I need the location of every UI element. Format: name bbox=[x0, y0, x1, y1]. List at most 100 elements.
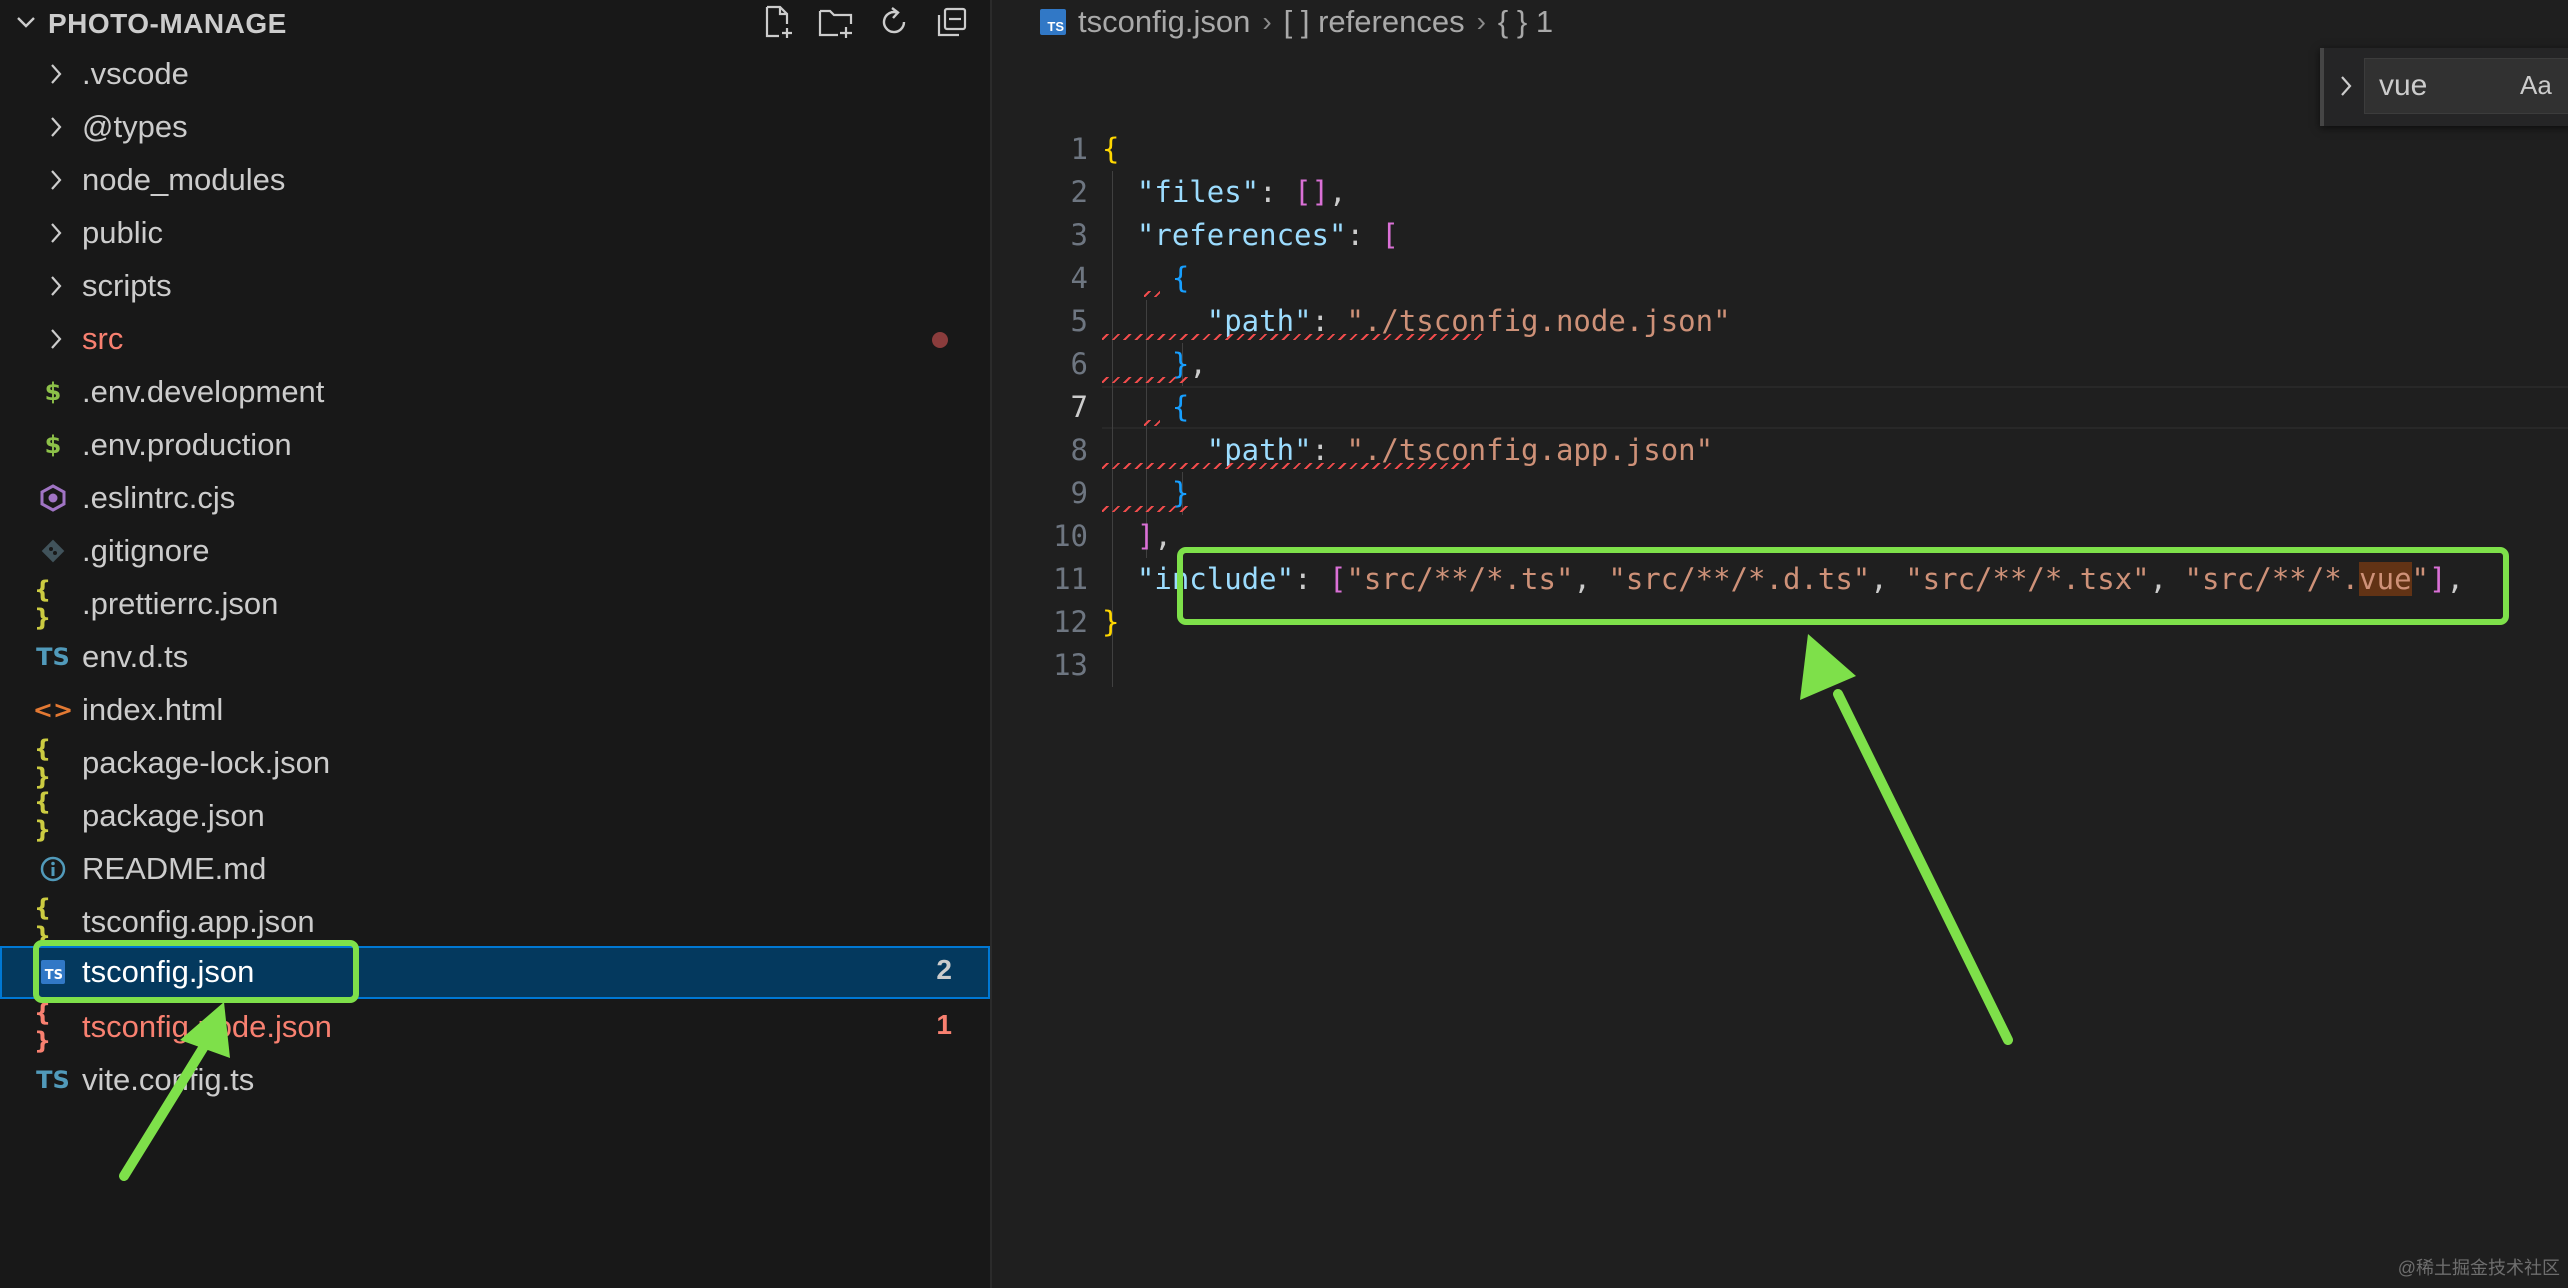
breadcrumb-file[interactable]: tsconfig.json bbox=[1078, 4, 1250, 40]
chevron-right-icon bbox=[42, 219, 70, 247]
tree-file-vite-config[interactable]: TS vite.config.ts bbox=[0, 1054, 990, 1107]
error-squiggle bbox=[1102, 377, 1188, 383]
breadcrumb-object[interactable]: { } 1 bbox=[1498, 4, 1553, 40]
tree-file-package-json[interactable]: { } package.json bbox=[0, 788, 990, 844]
line-number: 13 bbox=[1053, 648, 1088, 682]
eslint-icon bbox=[34, 482, 72, 514]
error-squiggle bbox=[1144, 420, 1160, 426]
tree-folder-vscode[interactable]: .vscode bbox=[0, 48, 990, 101]
tree-folder-src[interactable]: src bbox=[0, 313, 990, 366]
breadcrumb: TS tsconfig.json › [ ] references › { } … bbox=[1040, 0, 1553, 44]
line-number: 10 bbox=[1053, 519, 1088, 553]
chevron-right-icon bbox=[42, 166, 70, 194]
dollar-icon: $ bbox=[44, 378, 62, 406]
explorer-title: PHOTO-MANAGE bbox=[48, 8, 287, 39]
chevron-right-icon: › bbox=[1476, 6, 1486, 37]
tree-file-gitignore[interactable]: .gitignore bbox=[0, 525, 990, 578]
tree-item-label: .env.production bbox=[82, 427, 292, 462]
tree-item-label: .eslintrc.cjs bbox=[82, 480, 236, 515]
tree-file-env-development[interactable]: $ .env.development bbox=[0, 366, 990, 419]
code-text: ], bbox=[1136, 519, 1172, 553]
tree-folder-types[interactable]: @types bbox=[0, 101, 990, 154]
line-number: 6 bbox=[1070, 347, 1088, 381]
modified-dot-icon bbox=[932, 332, 948, 348]
tree-item-label: src bbox=[82, 321, 124, 356]
tree-file-tsconfig-json[interactable]: TS tsconfig.json 2 bbox=[0, 946, 990, 999]
code-editor[interactable]: 1 { 2 "files": [], 3 "references": [ 4 {… bbox=[992, 128, 2568, 688]
problem-count-badge: 2 bbox=[936, 954, 952, 985]
new-folder-icon[interactable] bbox=[814, 2, 858, 42]
code-line: 11 "include": ["src/**/*.ts", "src/**/*.… bbox=[992, 558, 2568, 601]
tree-folder-node-modules[interactable]: node_modules bbox=[0, 154, 990, 207]
tree-item-label: .prettierrc.json bbox=[82, 586, 279, 621]
match-case-toggle[interactable]: Aa bbox=[2520, 70, 2552, 101]
code-text: { bbox=[1171, 261, 1190, 295]
line-number: 2 bbox=[1070, 175, 1088, 209]
tree-file-env-production[interactable]: $ .env.production bbox=[0, 419, 990, 472]
code-text: "path": "./tsconfig.node.json" bbox=[1206, 304, 1731, 338]
ts-icon: TS bbox=[36, 1066, 70, 1094]
tree-file-index-html[interactable]: <> index.html bbox=[0, 684, 990, 737]
tree-item-label: index.html bbox=[82, 692, 224, 727]
tree-file-package-lock[interactable]: { } package-lock.json bbox=[0, 735, 990, 791]
code-text: { bbox=[1171, 390, 1190, 424]
tree-folder-public[interactable]: public bbox=[0, 207, 990, 260]
code-text: "path": "./tsconfig.app.json" bbox=[1206, 433, 1714, 467]
tree-item-label: tsconfig.json bbox=[82, 954, 255, 989]
code-text: } bbox=[1102, 605, 1120, 639]
tree-item-label: public bbox=[82, 215, 163, 250]
tree-file-tsconfig-node[interactable]: { } tsconfig.node.json 1 bbox=[0, 999, 990, 1055]
tree-item-label: scripts bbox=[82, 268, 172, 303]
find-input-value: vue bbox=[2379, 69, 2428, 102]
code-text: } bbox=[1171, 476, 1190, 510]
code-line: 1 { bbox=[992, 128, 2568, 171]
tree-file-tsconfig-app[interactable]: { } tsconfig.app.json bbox=[0, 894, 990, 950]
line-number: 3 bbox=[1070, 218, 1088, 252]
new-file-icon[interactable] bbox=[756, 2, 800, 42]
tree-item-label: README.md bbox=[82, 851, 267, 886]
line-number: 8 bbox=[1070, 433, 1088, 467]
code-text: "include": ["src/**/*.ts", "src/**/*.d.t… bbox=[1136, 562, 2464, 596]
line-number: 5 bbox=[1070, 304, 1088, 338]
explorer-header[interactable]: PHOTO-MANAGE bbox=[0, 0, 990, 44]
code-line: 10 ], bbox=[992, 515, 2568, 558]
tree-item-label: @types bbox=[82, 109, 188, 144]
tsconfig-icon: TS bbox=[1040, 9, 1066, 35]
tree-file-prettierrc[interactable]: { } .prettierrc.json bbox=[0, 576, 990, 632]
tree-item-label: node_modules bbox=[82, 162, 286, 197]
tree-item-label: package-lock.json bbox=[82, 745, 331, 780]
tree-folder-scripts[interactable]: scripts bbox=[0, 260, 990, 313]
breadcrumb-references[interactable]: [ ] references bbox=[1284, 4, 1465, 40]
code-text: { bbox=[1102, 132, 1120, 166]
code-line: 9 } bbox=[992, 472, 2568, 515]
watermark: @稀土掘金技术社区 bbox=[2397, 1258, 2560, 1278]
json-icon: { } bbox=[34, 576, 52, 632]
ts-icon: TS bbox=[36, 643, 70, 671]
json-icon: { } bbox=[34, 894, 52, 950]
tree-item-label: .env.development bbox=[82, 374, 325, 409]
find-match-highlight: vue bbox=[2359, 562, 2412, 596]
error-squiggle bbox=[1102, 334, 1482, 340]
tree-item-label: .gitignore bbox=[82, 533, 210, 568]
chevron-right-icon bbox=[42, 113, 70, 141]
tree-item-label: tsconfig.app.json bbox=[82, 904, 315, 939]
chevron-down-icon[interactable] bbox=[10, 6, 42, 38]
refresh-icon[interactable] bbox=[872, 2, 916, 42]
editor-pane[interactable]: TS tsconfig.json › [ ] references › { } … bbox=[992, 0, 2568, 1288]
chevron-right-icon bbox=[42, 60, 70, 88]
tree-file-eslintrc[interactable]: .eslintrc.cjs bbox=[0, 472, 990, 525]
chevron-right-icon: › bbox=[1262, 6, 1272, 37]
line-number: 9 bbox=[1070, 476, 1088, 510]
code-line: 4 { bbox=[992, 257, 2568, 300]
chevron-right-icon bbox=[42, 272, 70, 300]
code-line: 6 }, bbox=[992, 343, 2568, 386]
line-number: 12 bbox=[1053, 605, 1088, 639]
info-icon bbox=[34, 853, 72, 885]
code-line: 12 } bbox=[992, 601, 2568, 644]
tree-file-env-d-ts[interactable]: TS env.d.ts bbox=[0, 631, 990, 684]
explorer-actions bbox=[756, 2, 974, 42]
error-squiggle bbox=[1102, 463, 1470, 469]
collapse-all-icon[interactable] bbox=[930, 2, 974, 42]
toggle-replace-icon[interactable] bbox=[2334, 70, 2358, 102]
tree-file-readme[interactable]: README.md bbox=[0, 843, 990, 896]
